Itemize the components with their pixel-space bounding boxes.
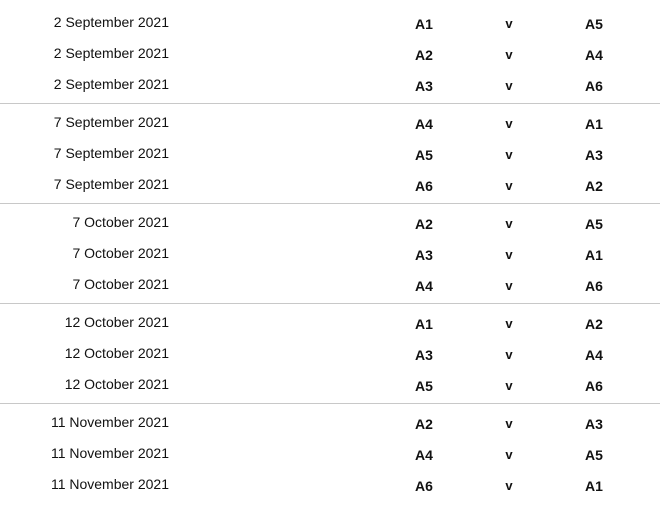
fixture-row: 7 September 2021 A6 v A2 [0, 175, 660, 206]
away-team: A1 [585, 478, 603, 494]
away-team: A1 [585, 247, 603, 263]
fixture-row: 7 September 2021 A5 v A3 [0, 144, 660, 175]
fixture-row: 11 November 2021 A4 v A5 [0, 444, 660, 475]
versus-label: v [505, 278, 513, 293]
fixture-row: 7 October 2021 A4 v A6 [0, 275, 660, 306]
fixture-row: 11 November 2021 A6 v A1 [0, 475, 660, 506]
home-team: A5 [415, 147, 433, 163]
versus-label: v [505, 216, 513, 231]
fixture-row: 12 October 2021 A3 v A4 [0, 344, 660, 375]
fixture-row: 2 September 2021 A2 v A4 [0, 44, 660, 75]
fixture-date: 11 November 2021 [50, 414, 169, 430]
versus-label: v [505, 478, 513, 493]
fixture-date: 7 September 2021 [53, 145, 169, 161]
versus-label: v [505, 447, 513, 462]
away-team: A5 [585, 447, 603, 463]
fixture-group: 7 October 2021 A2 v A5 7 October 2021 A3… [0, 203, 660, 304]
fixture-row: 7 September 2021 A4 v A1 [0, 113, 660, 144]
home-team: A6 [415, 478, 433, 494]
away-team: A4 [585, 347, 603, 363]
fixture-date: 12 October 2021 [64, 345, 169, 361]
home-team: A4 [415, 447, 433, 463]
away-team: A2 [585, 178, 603, 194]
fixture-date: 11 November 2021 [50, 445, 169, 461]
fixture-date: 2 September 2021 [53, 45, 169, 61]
home-team: A3 [415, 247, 433, 263]
fixture-row: 2 September 2021 A3 v A6 [0, 75, 660, 106]
away-team: A6 [585, 378, 603, 394]
away-team: A5 [585, 16, 603, 32]
versus-label: v [505, 416, 513, 431]
away-team: A1 [585, 116, 603, 132]
fixture-date: 7 October 2021 [72, 245, 169, 261]
versus-label: v [505, 47, 513, 62]
fixture-group: 11 November 2021 A2 v A3 11 November 202… [0, 403, 660, 504]
away-team: A4 [585, 47, 603, 63]
fixture-row: 7 October 2021 A2 v A5 [0, 213, 660, 244]
home-team: A6 [415, 178, 433, 194]
away-team: A6 [585, 78, 603, 94]
versus-label: v [505, 347, 513, 362]
home-team: A3 [415, 78, 433, 94]
versus-label: v [505, 116, 513, 131]
versus-label: v [505, 78, 513, 93]
fixture-date: 2 September 2021 [53, 14, 169, 30]
fixture-date: 2 September 2021 [53, 76, 169, 92]
fixture-group: 7 September 2021 A4 v A1 7 September 202… [0, 103, 660, 204]
fixture-group: 2 September 2021 A1 v A5 2 September 202… [0, 13, 660, 113]
versus-label: v [505, 247, 513, 262]
home-team: A4 [415, 278, 433, 294]
fixture-group: 12 October 2021 A1 v A2 12 October 2021 … [0, 303, 660, 404]
fixture-row: 11 November 2021 A2 v A3 [0, 413, 660, 444]
home-team: A1 [415, 316, 433, 332]
fixture-row: 12 October 2021 A5 v A6 [0, 375, 660, 406]
versus-label: v [505, 16, 513, 31]
home-team: A2 [415, 216, 433, 232]
fixture-date: 7 September 2021 [53, 176, 169, 192]
away-team: A3 [585, 147, 603, 163]
versus-label: v [505, 178, 513, 193]
away-team: A3 [585, 416, 603, 432]
versus-label: v [505, 147, 513, 162]
versus-label: v [505, 378, 513, 393]
fixture-date: 12 October 2021 [64, 376, 169, 392]
fixture-date: 7 October 2021 [72, 214, 169, 230]
home-team: A3 [415, 347, 433, 363]
fixture-row: 12 October 2021 A1 v A2 [0, 313, 660, 344]
away-team: A6 [585, 278, 603, 294]
away-team: A5 [585, 216, 603, 232]
fixture-date: 11 November 2021 [50, 476, 169, 492]
fixture-date: 12 October 2021 [64, 314, 169, 330]
home-team: A2 [415, 47, 433, 63]
fixture-row: 7 October 2021 A3 v A1 [0, 244, 660, 275]
fixtures-table: 2 September 2021 A1 v A5 2 September 202… [0, 0, 660, 504]
home-team: A1 [415, 16, 433, 32]
home-team: A4 [415, 116, 433, 132]
versus-label: v [505, 316, 513, 331]
fixture-date: 7 October 2021 [72, 276, 169, 292]
home-team: A5 [415, 378, 433, 394]
fixture-row: 2 September 2021 A1 v A5 [0, 13, 660, 44]
fixture-date: 7 September 2021 [53, 114, 169, 130]
away-team: A2 [585, 316, 603, 332]
home-team: A2 [415, 416, 433, 432]
